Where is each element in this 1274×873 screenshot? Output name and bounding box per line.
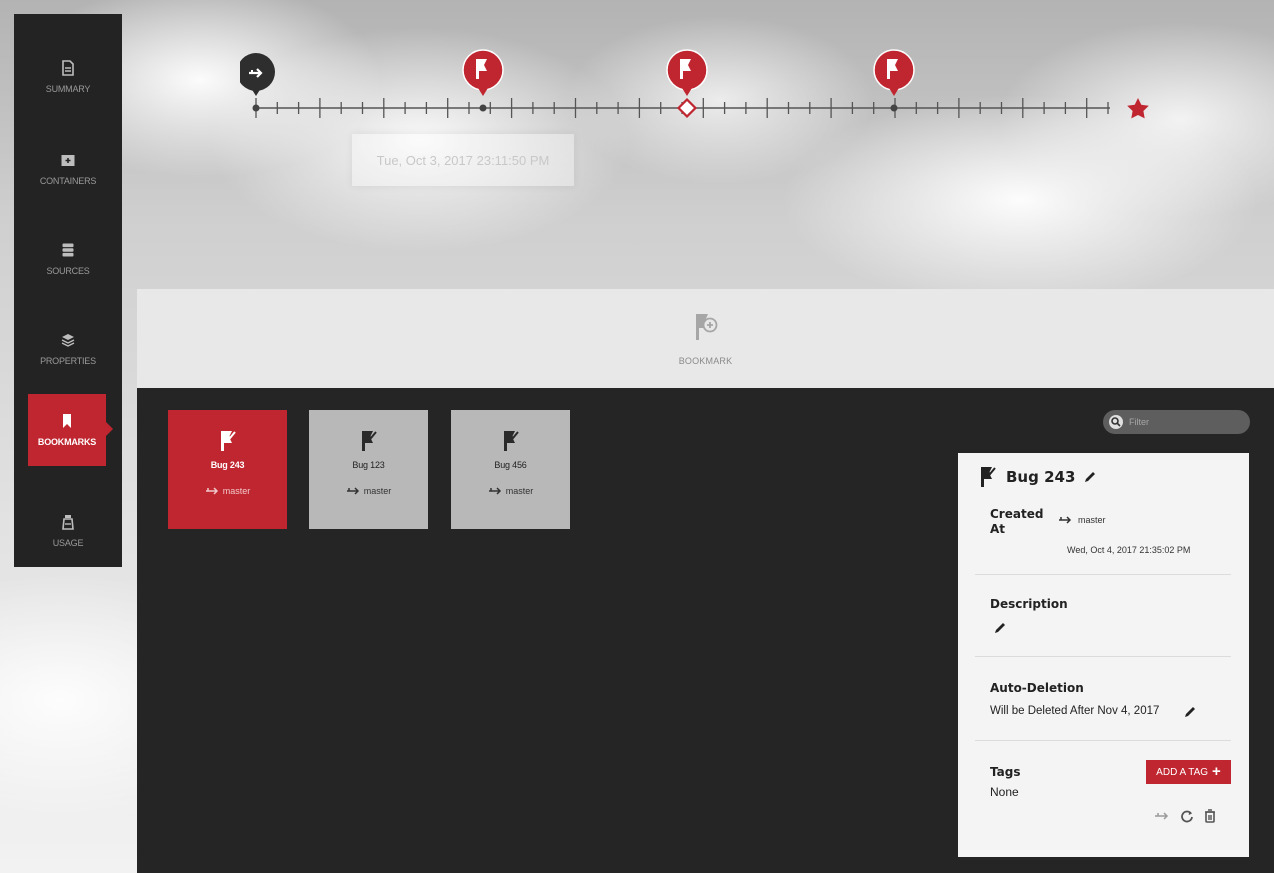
sidebar-item-label: BOOKMARKS [37,437,97,447]
sidebar-item-bookmarks[interactable]: BOOKMARKS [28,394,113,466]
add-bookmark-icon[interactable] [692,312,720,342]
sidebar-item-summary[interactable]: SUMMARY [14,38,122,116]
detail-title: Bug 243 [978,466,1097,488]
bookmark-card-branch: master [488,486,534,496]
sidebar-item-usage[interactable]: USAGE [14,492,122,570]
bookmark-card-branch: master [205,486,251,496]
created-date: Wed, Oct 4, 2017 21:35:02 PM [1067,545,1191,555]
bookmark-check-icon [220,431,236,451]
bookmark-card-branch: master [346,486,392,496]
trash-icon[interactable] [1204,809,1216,823]
search-icon [1109,415,1123,429]
database-icon [62,243,74,257]
edit-auto-deletion-icon[interactable] [1183,705,1197,719]
sidebar-item-containers[interactable]: CONTAINERS [14,130,122,208]
branch-icon [488,487,501,495]
description-section: Description [975,575,1231,657]
created-at-label: Created At [990,507,1044,536]
timeline-branch-pin[interactable] [240,53,275,96]
timeline-date-tooltip: Tue, Oct 3, 2017 23:11:50 PM [352,134,574,186]
sidebar-item-sources[interactable]: SOURCES [14,220,122,298]
document-icon [62,60,74,76]
timeline[interactable] [240,42,1160,142]
tooltip-date: Tue, Oct 3, 2017 23:11:50 PM [376,152,550,168]
container-icon [61,155,75,166]
bookmark-card[interactable]: Bug 123 master [309,410,428,529]
auto-deletion-text: Will be Deleted After Nov 4, 2017 [990,705,1160,717]
bookmark-card-name: Bug 456 [494,460,527,470]
created-branch: master [1058,515,1106,525]
sidebar-item-label: SOURCES [46,266,90,276]
sidebar-item-properties[interactable]: PROPERTIES [14,310,122,388]
bookmark-icon [63,414,71,428]
branch-icon[interactable] [1154,811,1170,821]
detail-actions [1154,809,1216,823]
branch-label: master [222,486,251,496]
filter-input[interactable] [1129,417,1239,427]
star-icon[interactable] [1127,98,1149,119]
sidebar-item-label: CONTAINERS [39,176,97,186]
bookmark-card-name: Bug 243 [210,460,245,470]
tags-label: Tags [990,765,1021,779]
branch-icon [205,487,218,495]
plus-icon: + [1212,763,1221,780]
branch-label: master [363,486,392,496]
layers-icon [61,334,75,347]
sidebar-item-label: PROPERTIES [40,356,96,366]
usage-icon [62,515,74,530]
bookmark-label: BOOKMARK [678,355,733,366]
bookmark-detail-panel: Bug 243 Created At master Wed, Oct 4, 20… [958,453,1249,857]
timeline-bookmark-pin[interactable] [873,49,915,112]
branch-icon [1059,516,1072,524]
add-tag-label: ADD A TAG [1156,766,1209,778]
created-branch-label: master [1078,515,1106,525]
created-at-section: Created At master Wed, Oct 4, 2017 21:35… [975,503,1231,575]
timeline-start-point[interactable] [252,104,260,112]
create-bookmark-bar[interactable]: BOOKMARK [137,289,1274,388]
detail-title-text: Bug 243 [1006,468,1076,486]
branch-label: master [505,486,534,496]
branch-icon [346,487,359,495]
bookmark-card[interactable]: Bug 456 master [451,410,570,529]
auto-deletion-section: Auto-Deletion Will be Deleted After Nov … [975,657,1231,741]
bookmark-check-icon [981,467,996,487]
sidebar-item-label: USAGE [52,538,84,548]
restore-icon[interactable] [1180,809,1194,823]
edit-description-icon[interactable] [993,621,1007,635]
filter-box[interactable] [1103,410,1250,434]
bookmark-card-name: Bug 123 [352,460,385,470]
bookmark-check-icon [361,431,377,451]
auto-deletion-label: Auto-Deletion [990,681,1084,695]
bookmark-card[interactable]: Bug 243 master [168,410,287,529]
bookmark-check-icon [503,431,519,451]
tags-value: None [990,785,1019,799]
timeline-bookmark-pin[interactable] [666,49,708,119]
add-tag-button[interactable]: ADD A TAG + [1146,760,1231,784]
sidebar: SUMMARY CONTAINERS SOURCES PROPERTIES BO… [14,14,122,567]
sidebar-item-label: SUMMARY [45,84,91,94]
description-label: Description [990,597,1068,611]
edit-title-icon[interactable] [1083,470,1097,484]
